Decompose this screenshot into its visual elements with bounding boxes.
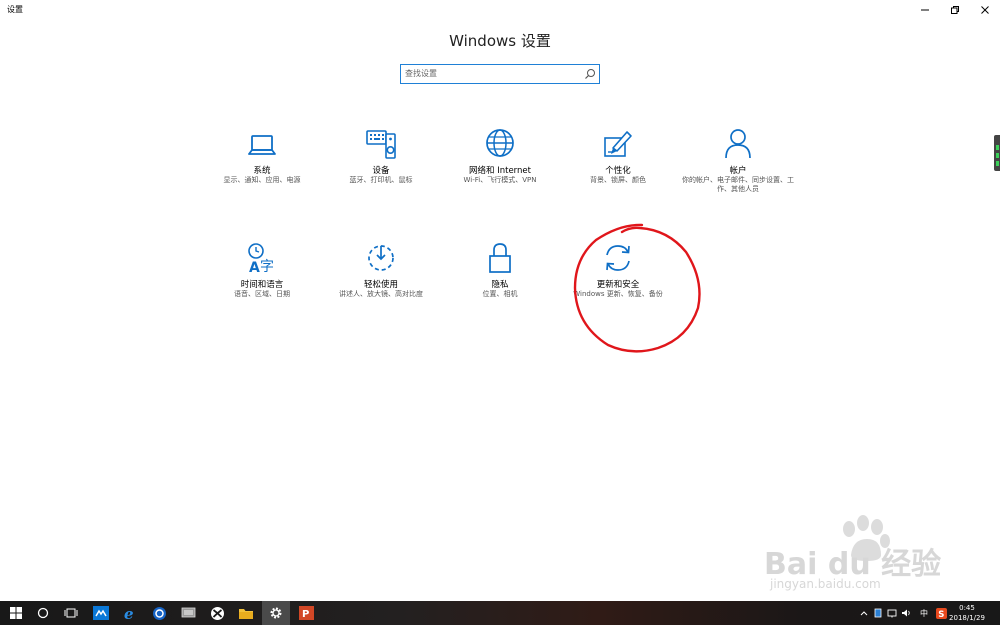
paint-pen-icon: [604, 131, 632, 157]
svg-text:字: 字: [260, 259, 274, 274]
tile-accounts[interactable]: 帐户 你的帐户、电子邮件、同步设置、工作、其他人员: [682, 128, 794, 208]
indicator-dot: [996, 161, 999, 166]
chevron-up-icon: [860, 611, 868, 616]
tile-name: 个性化: [605, 166, 631, 176]
search-input[interactable]: [401, 65, 579, 82]
tile-description: Wi-Fi、飞行模式、VPN: [463, 176, 537, 184]
taskbar-settings[interactable]: [262, 601, 290, 625]
search-box[interactable]: [400, 64, 600, 84]
store-app-icon: [93, 606, 109, 620]
settings-gear-icon: [270, 607, 282, 619]
tile-description: 讲述人、放大镜、高对比度: [339, 290, 423, 298]
side-handle[interactable]: [994, 135, 1000, 171]
tile-personalization[interactable]: 个性化 背景、锁屏、颜色: [568, 128, 668, 208]
clock-language-icon: A 字: [248, 243, 274, 274]
taskbar: e P 中 S 0:45 2018/1/29: [0, 601, 1000, 625]
taskbar-app[interactable]: [174, 601, 202, 625]
svg-text:A: A: [249, 260, 260, 274]
cortana-button[interactable]: [29, 601, 57, 625]
minimize-button[interactable]: [910, 0, 940, 20]
taskbar-store-app[interactable]: [87, 601, 115, 625]
watermark-url: jingyan.baidu.com: [770, 577, 881, 591]
tile-network[interactable]: 网络和 Internet Wi-Fi、飞行模式、VPN: [450, 128, 550, 208]
window-title: 设置: [7, 5, 23, 14]
page-title: Windows 设置: [449, 32, 551, 50]
taskbar-browser[interactable]: [145, 601, 173, 625]
tile-description: 蓝牙、打印机、鼠标: [349, 176, 413, 184]
ease-of-access-icon: [368, 245, 394, 271]
tile-description: 语音、区域、日期: [234, 290, 290, 298]
browser-icon: [152, 606, 166, 620]
tile-time-language[interactable]: A 字 时间和语言 语音、区域、日期: [212, 242, 312, 322]
indicator-dot: [996, 145, 999, 150]
tile-system[interactable]: 系统 显示、通知、应用、电源: [212, 128, 312, 208]
taskbar-file-explorer[interactable]: [232, 601, 260, 625]
cortana-circle-icon: [37, 607, 49, 619]
tile-description: 背景、锁屏、颜色: [590, 176, 646, 184]
window-controls: [910, 0, 1000, 20]
tile-devices[interactable]: 设备 蓝牙、打印机、鼠标: [331, 128, 431, 208]
watermark: Bai du 经验 jingyan.baidu.com: [760, 515, 960, 600]
clock-time: 0:45: [959, 604, 975, 612]
tile-ease-of-access[interactable]: 轻松使用 讲述人、放大镜、高对比度: [331, 242, 431, 322]
windows-start-icon: [10, 607, 22, 619]
taskbar-xbox[interactable]: [203, 601, 231, 625]
tile-name: 隐私: [491, 280, 509, 290]
tile-privacy[interactable]: 隐私 位置、相机: [450, 242, 550, 322]
app-icon: [181, 607, 195, 618]
restore-icon: [951, 6, 959, 14]
tile-description: 你的帐户、电子邮件、同步设置、工作、其他人员: [682, 176, 794, 193]
svg-text:P: P: [302, 609, 309, 620]
laptop-icon: [248, 135, 276, 155]
tray-clock[interactable]: 0:45 2018/1/29: [942, 603, 992, 623]
tile-description: 显示、通知、应用、电源: [223, 176, 301, 184]
close-icon: [981, 6, 989, 14]
start-button[interactable]: [2, 601, 30, 625]
task-view-icon: [64, 608, 78, 618]
tray-volume[interactable]: [900, 601, 912, 625]
close-button[interactable]: [970, 0, 1000, 20]
indicator-dot: [996, 153, 999, 158]
search-icon[interactable]: [583, 67, 597, 81]
tray-network[interactable]: [886, 601, 898, 625]
minimize-icon: [921, 9, 929, 11]
tray-ime[interactable]: 中: [917, 601, 931, 625]
battery-icon: [874, 608, 882, 618]
lock-icon: [489, 243, 511, 273]
restore-button[interactable]: [940, 0, 970, 20]
tile-description: 位置、相机: [482, 290, 518, 298]
person-icon: [725, 129, 751, 159]
globe-icon: [486, 129, 514, 157]
tray-battery[interactable]: [872, 601, 884, 625]
tile-name: 时间和语言: [240, 280, 284, 290]
volume-icon: [902, 609, 910, 617]
clock-date: 2018/1/29: [949, 614, 985, 622]
tile-name: 轻松使用: [363, 280, 398, 290]
annotation-circle: [573, 223, 701, 353]
network-icon: [887, 609, 897, 618]
keyboard-speaker-icon: [366, 130, 396, 159]
file-explorer-icon: [239, 608, 253, 619]
task-view-button[interactable]: [57, 601, 85, 625]
taskbar-powerpoint[interactable]: P: [292, 601, 320, 625]
edge-icon: e: [124, 606, 134, 621]
tray-show-hidden[interactable]: [858, 601, 870, 625]
svg-text:e: e: [124, 606, 134, 621]
tile-name: 设备: [372, 166, 390, 176]
taskbar-edge[interactable]: e: [116, 601, 144, 625]
tile-name: 网络和 Internet: [469, 166, 531, 176]
tile-name: 系统: [253, 166, 271, 176]
title-bar: 设置: [0, 0, 1000, 20]
powerpoint-icon: P: [298, 606, 314, 620]
xbox-icon: [210, 606, 224, 620]
tile-name: 帐户: [729, 166, 747, 176]
